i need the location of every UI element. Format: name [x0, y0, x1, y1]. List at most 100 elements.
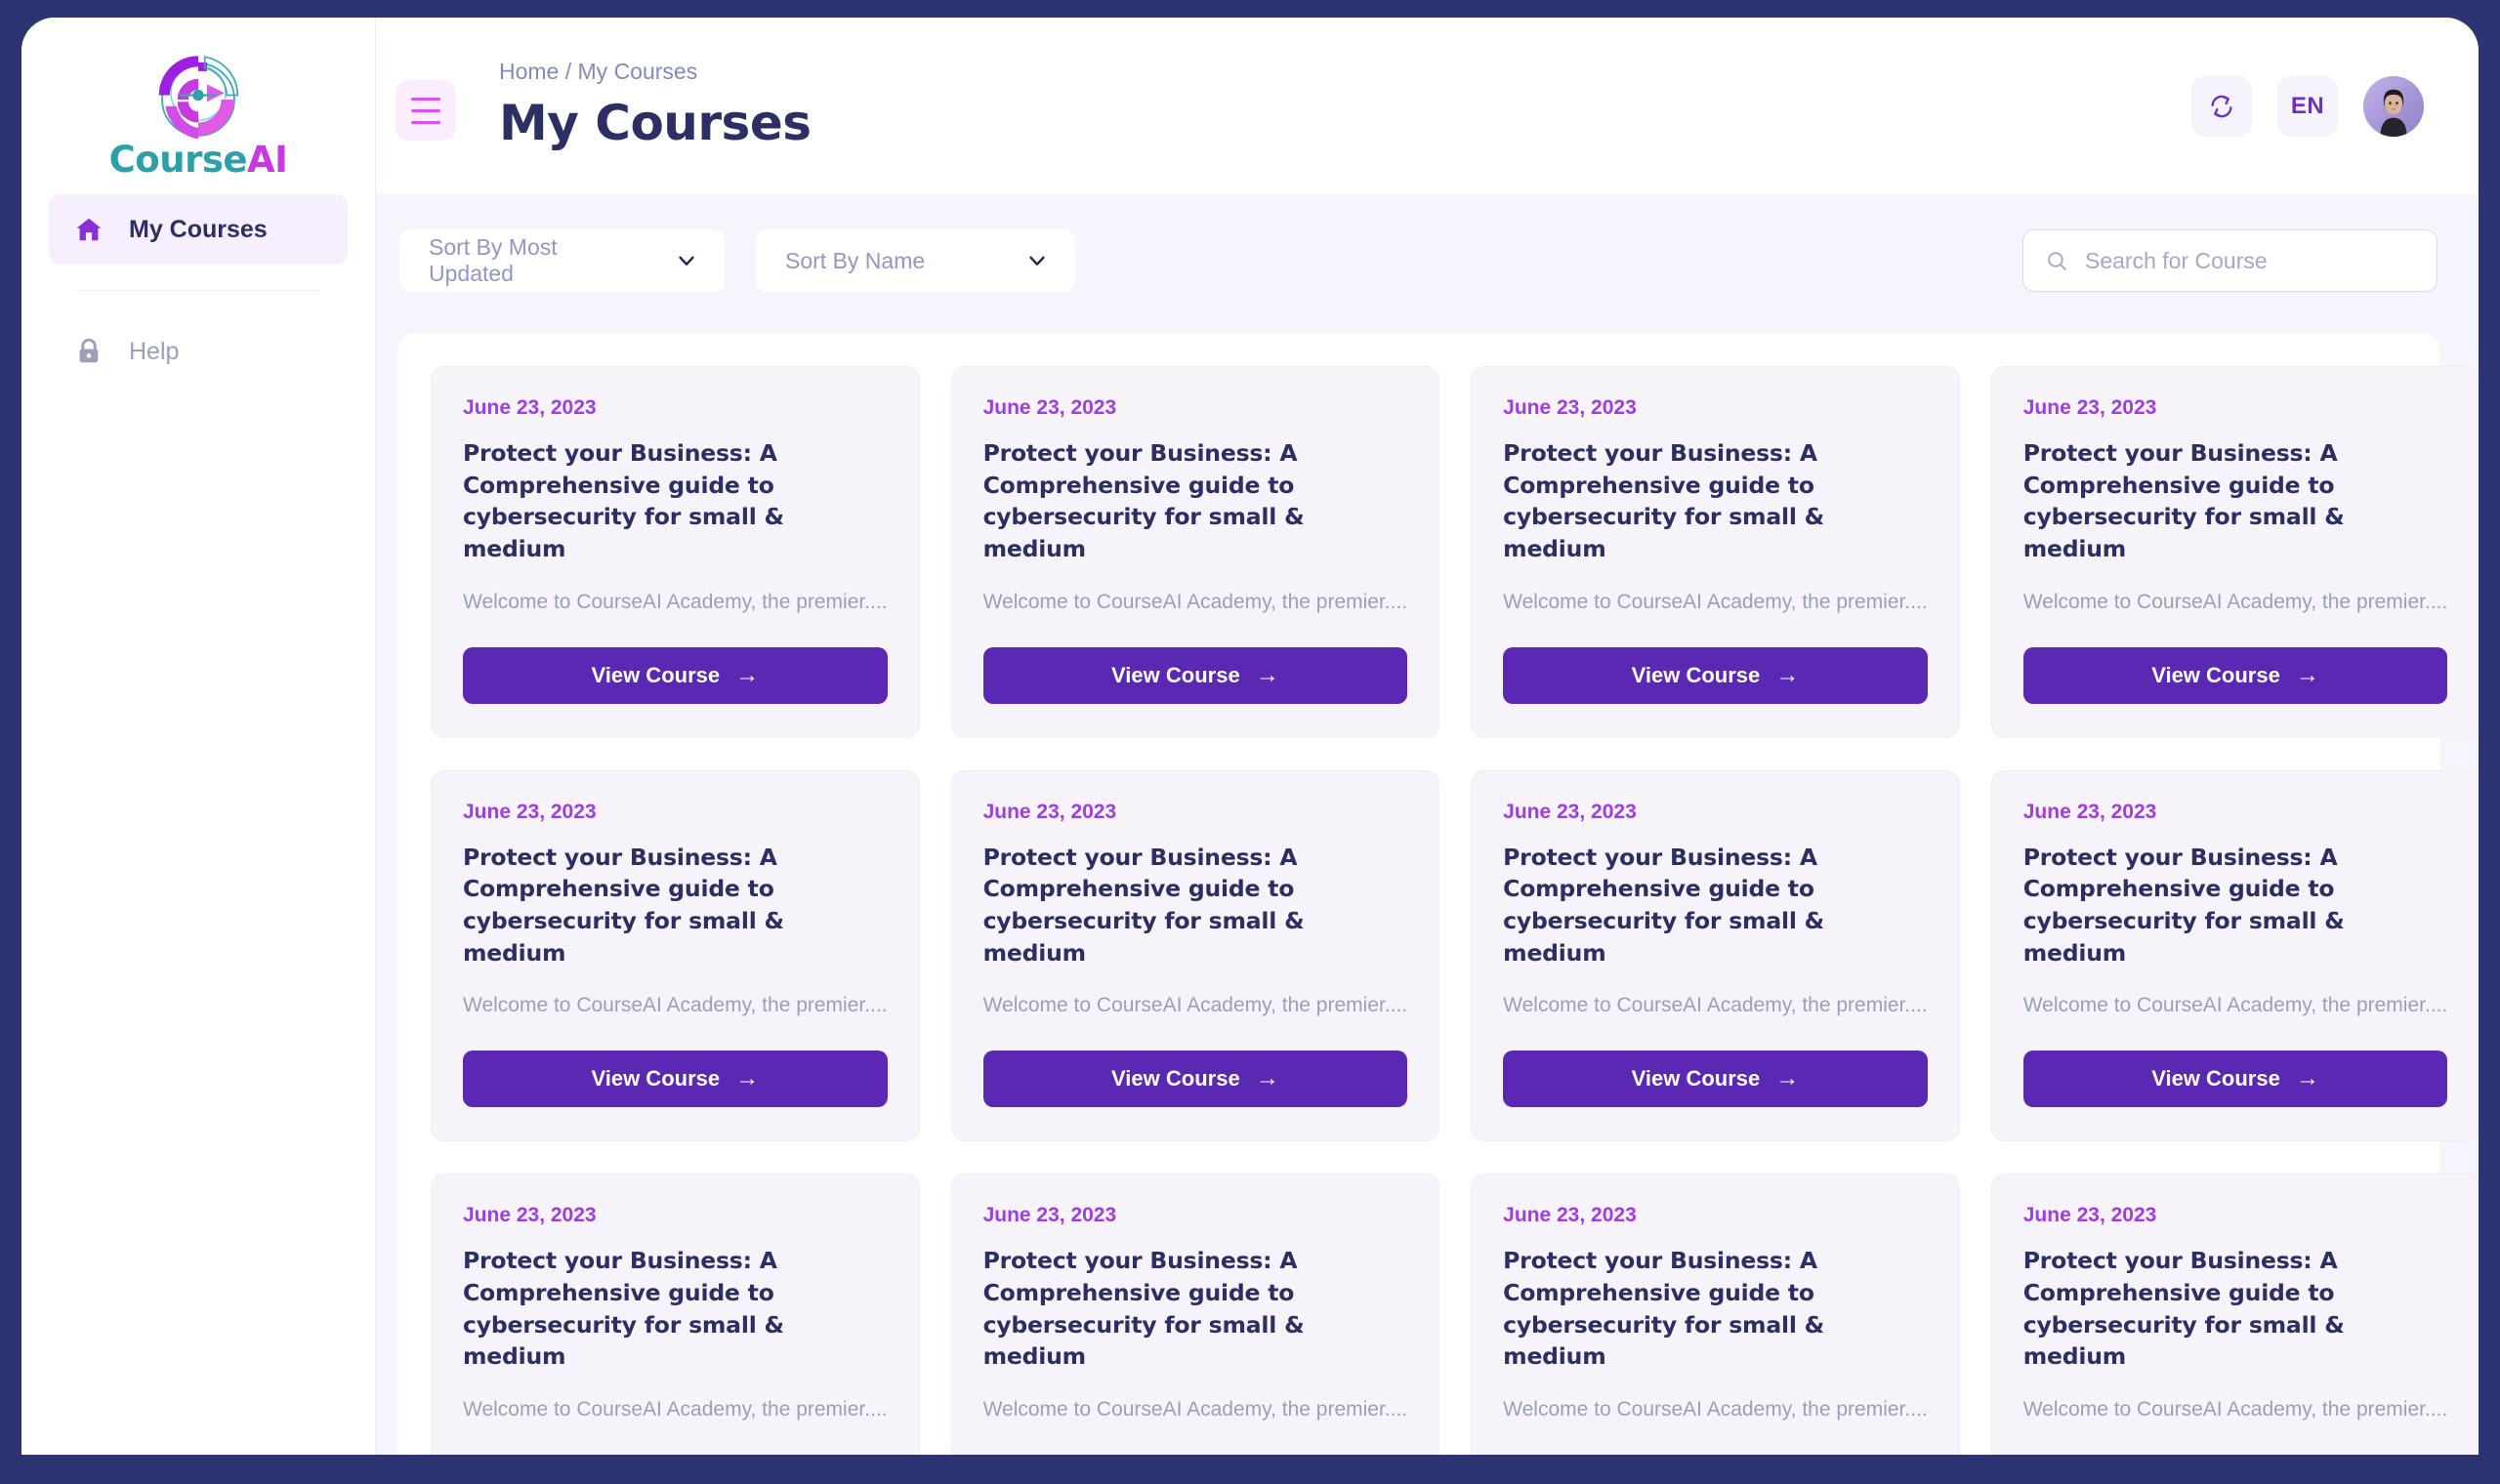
course-date: June 23, 2023 [982, 396, 1117, 419]
app-screen: CourseAI My Courses Help Home / My Cours… [21, 18, 2479, 1455]
course-excerpt: Welcome to CourseAI Academy, the premier… [463, 1397, 888, 1421]
course-card[interactable]: June 23, 2023 Protect your Business: A Co… [1990, 769, 2479, 1142]
search-icon [2048, 251, 2066, 270]
course-excerpt: Welcome to CourseAI Academy, the premier… [982, 994, 1408, 1017]
refresh-button[interactable] [2191, 76, 2252, 137]
sidebar-nav: My Courses Help [21, 194, 375, 387]
view-course-button[interactable]: View Course → [1503, 646, 1928, 704]
view-course-button[interactable]: View Course → [2022, 646, 2448, 704]
sort-by-updated-label: Sort By Most Updated [429, 234, 558, 286]
search-input[interactable] [2085, 247, 2415, 274]
course-date: June 23, 2023 [2022, 396, 2157, 419]
home-icon [76, 218, 102, 241]
view-course-label: View Course [2151, 1066, 2280, 1092]
arrow-right-icon: → [2295, 1065, 2319, 1092]
course-title: Protect your Business: A Comprehensive g… [1503, 1247, 1824, 1371]
course-excerpt: Welcome to CourseAI Academy, the premier… [463, 994, 888, 1017]
breadcrumb[interactable]: Home / My Courses [499, 59, 812, 85]
brand-name-course: Course [108, 139, 248, 181]
course-title: Protect your Business: A Comprehensive g… [2022, 439, 2345, 562]
sidebar-item-my-courses[interactable]: My Courses [49, 194, 348, 265]
course-card[interactable]: June 23, 2023 Protect your Business: A Co… [950, 366, 1440, 738]
main-area: Home / My Courses My Courses EN Sort By … [376, 18, 2479, 1455]
course-date: June 23, 2023 [1503, 1204, 1637, 1227]
course-date: June 23, 2023 [982, 1204, 1117, 1227]
course-date: June 23, 2023 [463, 1204, 597, 1227]
sidebar-item-label: Help [129, 337, 180, 365]
view-course-button[interactable]: View Course → [982, 646, 1408, 704]
avatar[interactable] [2363, 76, 2424, 137]
course-card[interactable]: June 23, 2023 Protect your Business: A Co… [1990, 366, 2479, 738]
arrow-right-icon: → [1255, 661, 1279, 688]
view-course-button[interactable]: View Course → [463, 1051, 888, 1108]
brand-wordmark: CourseAI [109, 139, 288, 181]
sidebar-divider [76, 290, 320, 291]
view-course-button[interactable]: View Course → [463, 646, 888, 704]
course-title: Protect your Business: A Comprehensive g… [463, 439, 784, 562]
course-date: June 23, 2023 [2022, 800, 2157, 823]
course-card[interactable]: June 23, 2023 Protect your Business: A Co… [1471, 366, 1960, 738]
toolbar: Sort By Most Updated Sort By Name [397, 229, 2439, 292]
course-card[interactable]: June 23, 2023 Protect your Business: A Co… [431, 1174, 920, 1455]
view-course-button[interactable]: View Course → [982, 1051, 1408, 1108]
course-card[interactable]: June 23, 2023 Protect your Business: A Co… [1990, 1174, 2479, 1455]
user-avatar-icon [2363, 76, 2424, 137]
course-title: Protect your Business: A Comprehensive g… [1503, 843, 1824, 967]
arrow-right-icon: → [1255, 1065, 1279, 1092]
view-course-label: View Course [1111, 662, 1240, 687]
course-card[interactable]: June 23, 2023 Protect your Business: A Co… [1471, 769, 1960, 1142]
sidebar-item-label: My Courses [129, 215, 268, 243]
view-course-button[interactable]: View Course → [1503, 1051, 1928, 1108]
language-button[interactable]: EN [2277, 76, 2338, 137]
course-card[interactable]: June 23, 2023 Protect your Business: A Co… [1471, 1174, 1960, 1455]
view-course-label: View Course [1111, 1066, 1240, 1092]
topbar: Home / My Courses My Courses EN [376, 18, 2479, 194]
search-box[interactable] [2022, 229, 2438, 292]
sort-by-name-select[interactable]: Sort By Name [756, 229, 1075, 292]
topbar-left: Home / My Courses My Courses [396, 59, 812, 151]
sidebar: CourseAI My Courses Help [21, 18, 376, 1455]
course-excerpt: Welcome to CourseAI Academy, the premier… [1503, 1397, 1928, 1421]
lock-icon [79, 338, 99, 363]
course-card[interactable]: June 23, 2023 Protect your Business: A Co… [431, 769, 920, 1142]
course-date: June 23, 2023 [463, 396, 597, 419]
screen-body: CourseAI My Courses Help Home / My Cours… [21, 18, 2479, 1455]
course-title: Protect your Business: A Comprehensive g… [463, 843, 784, 967]
title-block: Home / My Courses My Courses [479, 59, 812, 151]
course-excerpt: Welcome to CourseAI Academy, the premier… [982, 1397, 1408, 1421]
course-date: June 23, 2023 [982, 800, 1117, 823]
course-excerpt: Welcome to CourseAI Academy, the premier… [463, 590, 888, 613]
sidebar-item-help[interactable]: Help [49, 316, 348, 387]
device-frame: CourseAI My Courses Help Home / My Cours… [0, 0, 2500, 1484]
brand-logo[interactable]: CourseAI [21, 18, 375, 194]
view-course-label: View Course [591, 1066, 721, 1092]
sort-by-name-label: Sort By Name [785, 247, 926, 273]
course-excerpt: Welcome to CourseAI Academy, the premier… [2022, 1397, 2448, 1421]
course-excerpt: Welcome to CourseAI Academy, the premier… [1503, 590, 1928, 613]
toolbar-filters: Sort By Most Updated Sort By Name [399, 229, 1075, 292]
arrow-right-icon: → [1775, 1065, 1800, 1092]
chevron-down-icon [679, 256, 694, 266]
hamburger-icon-bar [411, 97, 440, 101]
hamburger-icon-bar [411, 108, 440, 112]
course-excerpt: Welcome to CourseAI Academy, the premier… [982, 590, 1408, 613]
sort-by-updated-select[interactable]: Sort By Most Updated [399, 229, 725, 292]
view-course-label: View Course [591, 662, 721, 687]
course-card[interactable]: June 23, 2023 Protect your Business: A Co… [431, 366, 920, 738]
course-title: Protect your Business: A Comprehensive g… [2022, 1247, 2345, 1371]
arrow-right-icon: → [735, 661, 760, 688]
chevron-down-icon [1029, 256, 1045, 266]
course-title: Protect your Business: A Comprehensive g… [463, 1247, 784, 1371]
course-title: Protect your Business: A Comprehensive g… [1503, 439, 1824, 562]
course-card[interactable]: June 23, 2023 Protect your Business: A Co… [950, 1174, 1440, 1455]
hamburger-icon-bar [411, 120, 440, 124]
content-area: Sort By Most Updated Sort By Name Search… [376, 194, 2479, 1455]
view-course-button[interactable]: View Course → [2022, 1051, 2448, 1108]
course-excerpt: Welcome to CourseAI Academy, the premier… [2022, 590, 2448, 613]
course-date: June 23, 2023 [2022, 1204, 2157, 1227]
course-card[interactable]: June 23, 2023 Protect your Business: A Co… [950, 769, 1440, 1142]
arrow-right-icon: → [2295, 661, 2319, 688]
hamburger-menu-button[interactable] [396, 80, 456, 141]
courses-grid: June 23, 2023 Protect your Business: A Co… [431, 366, 2479, 1455]
courses-panel: June 23, 2023 Protect your Business: A Co… [397, 333, 2479, 1455]
